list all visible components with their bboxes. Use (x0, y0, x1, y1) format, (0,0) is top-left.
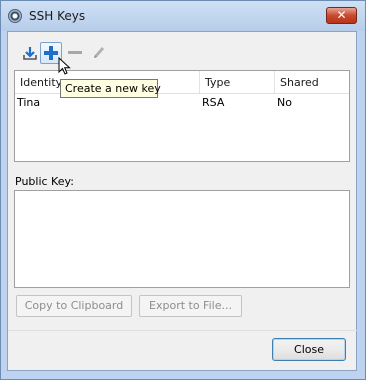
import-key-button[interactable] (19, 42, 41, 64)
copy-to-clipboard-button[interactable]: Copy to Clipboard (16, 295, 132, 317)
export-to-file-button[interactable]: Export to File... (139, 295, 242, 317)
column-header-type[interactable]: Type (200, 71, 275, 93)
edit-key-button[interactable] (88, 42, 110, 64)
column-header-shared[interactable]: Shared (275, 71, 349, 93)
mouse-cursor-icon (58, 57, 71, 75)
public-key-field[interactable] (14, 190, 350, 288)
app-icon (8, 9, 22, 23)
window-close-button[interactable]: ✕ (326, 7, 357, 24)
cell-shared: No (277, 96, 292, 109)
cell-type: RSA (202, 96, 225, 109)
import-key-icon (23, 47, 37, 60)
edit-key-icon (94, 47, 104, 58)
divider (8, 330, 357, 331)
title-bar[interactable]: SSH Keys ✕ (1, 1, 365, 31)
close-button[interactable]: Close (272, 338, 346, 361)
tooltip: Create a new key (60, 79, 161, 98)
window-title: SSH Keys (29, 9, 86, 23)
public-key-label: Public Key: (15, 175, 74, 188)
cell-identity: Tina (17, 96, 41, 109)
